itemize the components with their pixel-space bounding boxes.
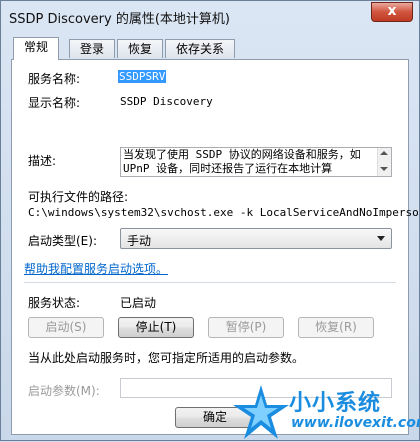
start-params-label: 启动参数(M): xyxy=(28,384,100,398)
service-name-label: 服务名称: xyxy=(28,72,81,86)
close-button[interactable]: x xyxy=(371,2,413,22)
resume-button[interactable]: 恢复(R) xyxy=(298,317,374,338)
service-status-label: 服务状态: xyxy=(28,296,81,310)
startup-type-select[interactable]: 手动 xyxy=(120,228,392,249)
title-bar: SSDP Discovery 的属性(本地计算机) x xyxy=(1,1,419,33)
description-label: 描述: xyxy=(28,154,57,168)
window-title: SSDP Discovery 的属性(本地计算机) xyxy=(9,12,230,27)
chevron-down-icon xyxy=(377,236,385,241)
display-name-value: SSDP Discovery xyxy=(120,95,213,108)
startup-type-value: 手动 xyxy=(127,234,152,248)
exe-path-label: 可执行文件的路径: xyxy=(28,190,129,204)
description-scrollbar[interactable] xyxy=(377,148,391,176)
watermark-title: 小小系统 xyxy=(289,391,382,416)
description-textbox[interactable]: 当发现了使用 SSDP 协议的网络设备和服务，如 UPnP 设备，同时还报告了运… xyxy=(120,147,392,177)
tab-general[interactable]: 常规 xyxy=(13,37,59,60)
description-value: 当发现了使用 SSDP 协议的网络设备和服务，如 UPnP 设备，同时还报告了运… xyxy=(123,148,361,175)
close-icon: x xyxy=(387,3,397,19)
general-tab-page: 服务名称: SSDPSRV 显示名称: SSDP Discovery 描述: 当… xyxy=(11,59,420,435)
tab-dependencies[interactable]: 依存关系 xyxy=(165,39,235,58)
watermark-url: www.ilovexit.com xyxy=(291,415,420,431)
start-button[interactable]: 启动(S) xyxy=(28,317,104,338)
display-name-label: 显示名称: xyxy=(28,96,81,110)
tab-recovery[interactable]: 恢复 xyxy=(117,39,163,58)
watermark-logo: 小小系统 www.ilovexit.com xyxy=(229,381,420,442)
star-icon xyxy=(233,385,289,439)
help-configure-link[interactable]: 帮助我配置服务启动选项。 xyxy=(24,260,168,277)
startup-type-label: 启动类型(E): xyxy=(28,234,97,248)
scroll-down-icon[interactable] xyxy=(380,167,388,171)
section-divider xyxy=(24,282,396,283)
start-params-hint: 当从此处启动服务时，您可指定所适用的启动参数。 xyxy=(28,351,305,365)
dialog-body: 常规 登录 恢复 依存关系 服务名称: SSDPSRV 显示名称: SSDP D… xyxy=(9,31,420,436)
pause-button[interactable]: 暂停(P) xyxy=(208,317,284,338)
service-name-value[interactable]: SSDPSRV xyxy=(118,70,167,83)
exe-path-value: C:\windows\system32\svchost.exe -k Local… xyxy=(28,206,420,219)
tab-logon[interactable]: 登录 xyxy=(69,39,115,58)
service-properties-window: SSDP Discovery 的属性(本地计算机) x 常规 登录 恢复 依存关… xyxy=(0,0,420,441)
service-status-value: 已启动 xyxy=(120,296,157,310)
stop-button[interactable]: 停止(T) xyxy=(118,317,194,338)
scroll-up-icon[interactable] xyxy=(380,151,388,155)
